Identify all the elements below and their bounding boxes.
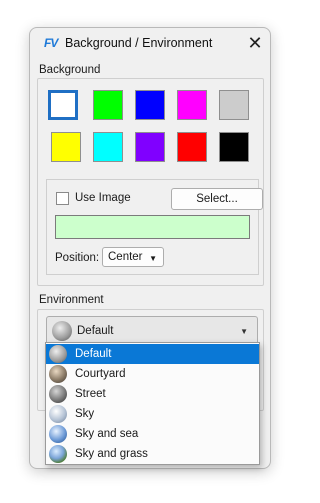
environment-option-label: Default — [75, 348, 112, 360]
environment-option-label: Sky and sea — [75, 428, 139, 440]
default-env-sphere-icon — [49, 345, 67, 363]
use-image-checkbox[interactable] — [56, 192, 69, 205]
background-image-color-field[interactable] — [55, 215, 250, 239]
environment-option-street[interactable]: Street — [46, 384, 259, 404]
swatch-purple[interactable] — [135, 132, 165, 162]
environment-option-sky-and-sea[interactable]: Sky and sea — [46, 424, 259, 444]
street-env-sphere-icon — [49, 385, 67, 403]
chevron-down-icon: ▼ — [240, 327, 248, 336]
swatch-black[interactable] — [219, 132, 249, 162]
position-select[interactable]: Center ▼ — [102, 247, 164, 267]
environment-option-label: Courtyard — [75, 368, 126, 380]
sky-and-grass-env-sphere-icon — [49, 445, 67, 463]
swatch-green[interactable] — [93, 90, 123, 120]
swatch-blue[interactable] — [135, 90, 165, 120]
environment-option-sky-and-grass[interactable]: Sky and grass — [46, 444, 259, 464]
environment-option-label: Street — [75, 388, 106, 400]
app-icon: FV — [44, 36, 58, 50]
swatch-red[interactable] — [177, 132, 207, 162]
position-label: Position: — [55, 252, 100, 264]
swatch-white[interactable] — [48, 90, 78, 120]
title-bar: FV Background / Environment ✕ — [30, 28, 270, 60]
close-icon[interactable]: ✕ — [246, 34, 264, 52]
environment-option-label: Sky and grass — [75, 448, 148, 460]
courtyard-env-sphere-icon — [49, 365, 67, 383]
environment-option-sky[interactable]: Sky — [46, 404, 259, 424]
use-image-label: Use Image — [75, 192, 131, 204]
default-env-sphere-icon — [52, 321, 72, 341]
swatch-magenta[interactable] — [177, 90, 207, 120]
environment-dropdown-list: Default Courtyard Street Sky Sky and sea… — [45, 342, 260, 465]
environment-selected-value: Default — [77, 325, 114, 337]
environment-option-courtyard[interactable]: Courtyard — [46, 364, 259, 384]
select-image-button[interactable]: Select... — [171, 188, 263, 210]
background-section-label: Background — [39, 64, 101, 76]
dialog-title: Background / Environment — [65, 36, 213, 50]
environment-option-label: Sky — [75, 408, 95, 420]
environment-option-default[interactable]: Default — [46, 344, 259, 364]
position-value: Center — [108, 251, 143, 263]
environment-section-label: Environment — [39, 294, 104, 306]
sky-env-sphere-icon — [49, 405, 67, 423]
swatch-yellow[interactable] — [51, 132, 81, 162]
use-image-group: Use Image Select... Position: Center ▼ — [46, 179, 263, 275]
sky-and-sea-env-sphere-icon — [49, 425, 67, 443]
swatch-light-gray[interactable] — [219, 90, 249, 120]
chevron-down-icon: ▼ — [149, 254, 157, 263]
swatch-cyan[interactable] — [93, 132, 123, 162]
